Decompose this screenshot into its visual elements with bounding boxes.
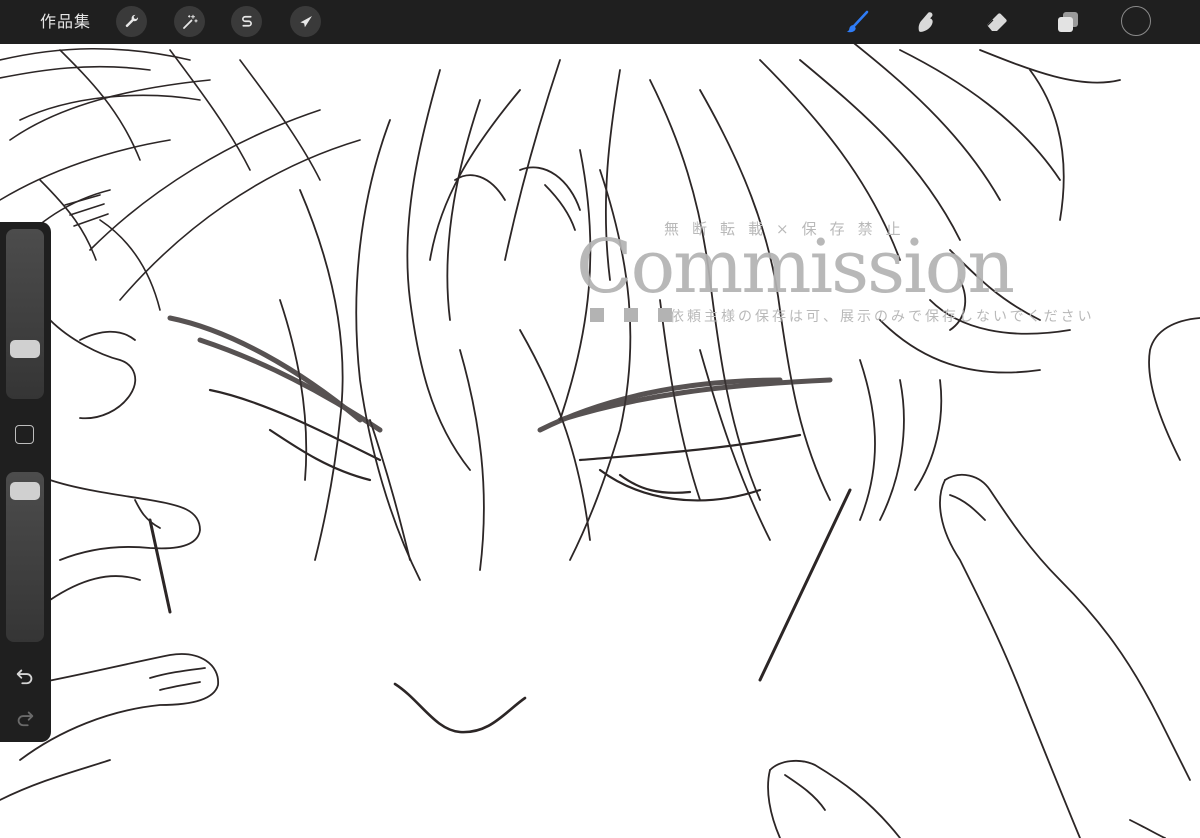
gallery-button[interactable]: 作品集	[40, 10, 91, 34]
layers-icon	[1058, 12, 1078, 32]
undo-icon	[16, 669, 33, 685]
eraser-tool-button[interactable]	[982, 7, 1012, 37]
top-toolbar: 作品集	[0, 0, 1200, 44]
brush-tool-button[interactable]	[842, 7, 872, 37]
modify-button[interactable]	[15, 425, 34, 444]
selection-s-icon	[241, 15, 252, 27]
brush-icon	[846, 10, 869, 33]
adjustments-button[interactable]	[174, 6, 205, 37]
redo-icon	[17, 711, 34, 727]
opacity-slider-thumb[interactable]	[10, 481, 40, 500]
smudge-finger-icon	[918, 12, 933, 32]
side-toolbar	[0, 222, 51, 742]
actions-button[interactable]	[116, 6, 147, 37]
wrench-icon	[125, 14, 138, 27]
opacity-slider[interactable]	[6, 472, 44, 642]
undo-button[interactable]	[13, 663, 37, 687]
drawing-canvas[interactable]: Commission 無断転載×保存禁止 依頼主様の保存は可、展示のみで保存しな…	[0, 44, 1200, 838]
brush-size-slider-thumb[interactable]	[10, 339, 40, 358]
arrow-cursor-icon	[299, 15, 312, 27]
lineart-drawing	[0, 44, 1200, 838]
eraser-icon	[987, 13, 1007, 31]
layers-button[interactable]	[1053, 7, 1083, 37]
selection-button[interactable]	[231, 6, 262, 37]
transform-button[interactable]	[290, 6, 321, 37]
redo-button[interactable]	[13, 705, 37, 729]
brush-size-slider[interactable]	[6, 229, 44, 399]
color-swatch[interactable]	[1121, 6, 1151, 36]
magic-wand-icon	[182, 14, 198, 29]
smudge-tool-button[interactable]	[911, 7, 941, 37]
